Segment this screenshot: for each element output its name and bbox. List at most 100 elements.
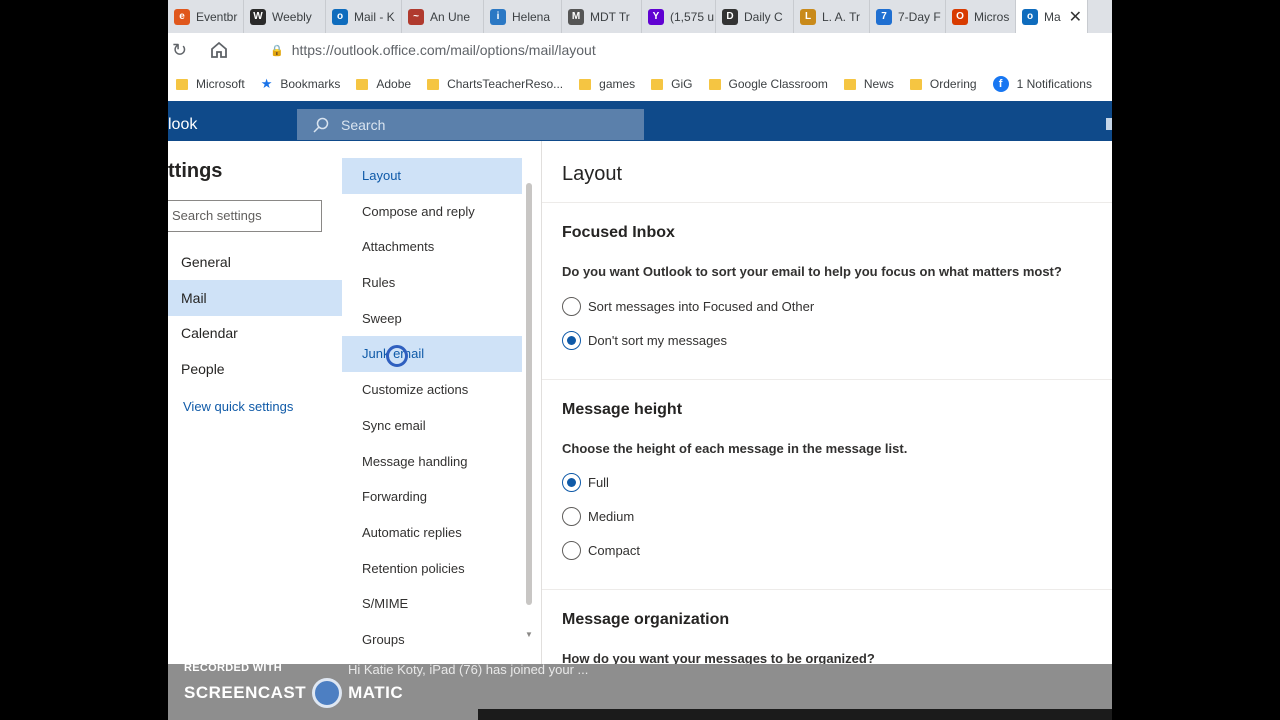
layout-panel: Layout Focused Inbox Do you want Outlook…	[541, 141, 1112, 666]
subnav-item-retention-policies[interactable]: Retention policies	[342, 551, 522, 587]
tab-label: Eventbr	[196, 9, 238, 24]
browser-tab[interactable]: D Daily C	[716, 0, 794, 33]
bookmark-item[interactable]: ChartsTeacherReso...	[427, 77, 563, 91]
radio-button[interactable]	[562, 473, 581, 492]
tab-label: L. A. Tr	[822, 9, 861, 24]
screen: e Eventbr W Weebly o Mail - K ~ An Une i Helena M M…	[168, 0, 1112, 720]
scroll-down-icon[interactable]: ▼	[525, 630, 533, 639]
focused-inbox-heading: Focused Inbox	[562, 224, 675, 241]
radio-button[interactable]	[562, 541, 581, 560]
subnav-item-rules[interactable]: Rules	[342, 265, 522, 301]
bookmark-item[interactable]: games	[579, 77, 635, 91]
url-field[interactable]: https://outlook.office.com/mail/options/…	[292, 42, 596, 58]
search-settings-input[interactable]: Search settings	[168, 200, 322, 232]
browser-tab[interactable]: M MDT Tr	[562, 0, 642, 33]
radio-button[interactable]	[562, 297, 581, 316]
message-height-heading: Message height	[562, 401, 683, 418]
radio-option[interactable]: Sort messages into Focused and Other	[562, 297, 814, 316]
bookmark-item[interactable]: ★ Bookmarks	[261, 76, 341, 92]
reload-icon[interactable]: ↻	[172, 40, 194, 61]
bookmark-label: Bookmarks	[280, 77, 341, 91]
panel-title: Layout	[562, 163, 623, 185]
bookmark-label: News	[863, 77, 894, 91]
tab-label: Helena	[512, 9, 551, 24]
bookmark-item[interactable]: Adobe	[356, 77, 411, 91]
browser-tab[interactable]: W Weebly	[244, 0, 326, 33]
settings-category-mail[interactable]: Mail	[168, 280, 342, 316]
radio-label: Compact	[588, 543, 641, 558]
subnav-item-automatic-replies[interactable]: Automatic replies	[342, 515, 522, 551]
subnav-item-s-mime[interactable]: S/MIME	[342, 586, 522, 622]
browser-tab[interactable]: L L. A. Tr	[794, 0, 870, 33]
bookmark-item[interactable]: GiG	[651, 77, 693, 91]
subnav-item-forwarding[interactable]: Forwarding	[342, 479, 522, 515]
subnav-item-attachments[interactable]: Attachments	[342, 229, 522, 265]
radio-label: Sort messages into Focused and Other	[588, 299, 815, 314]
subnav-item-customize-actions[interactable]: Customize actions	[342, 372, 522, 408]
bookmark-item[interactable]: News	[843, 77, 894, 91]
settings-category-calendar[interactable]: Calendar	[168, 315, 342, 351]
tab-favicon-icon: o	[332, 8, 348, 25]
tab-label: (1,575 u	[670, 9, 715, 24]
radio-button[interactable]	[562, 507, 581, 526]
bookmark-label: Google Classroom	[728, 77, 828, 91]
bookmark-label: ChartsTeacherReso...	[447, 77, 564, 91]
radio-option[interactable]: Medium	[562, 507, 634, 526]
radio-option[interactable]: Full	[562, 473, 609, 492]
radio-label: Medium	[588, 509, 635, 524]
app-brand[interactable]: look	[168, 101, 197, 141]
radio-button[interactable]	[562, 331, 581, 350]
teams-icon[interactable]	[1106, 118, 1112, 130]
radio-option[interactable]: Compact	[562, 541, 640, 560]
bookmark-item[interactable]: Microsoft	[176, 77, 245, 91]
bookmark-item[interactable]: Google Classroom	[708, 77, 828, 91]
bookmark-item[interactable]: Ordering	[909, 77, 977, 91]
folder-icon	[427, 78, 440, 90]
search-box[interactable]: Search	[297, 109, 644, 140]
tab-favicon-icon: 7	[876, 8, 892, 25]
subnav-item-junk-email[interactable]: Junk email	[342, 336, 522, 373]
subnav-item-sweep[interactable]: Sweep	[342, 301, 522, 337]
subnav-item-compose-and-reply[interactable]: Compose and reply	[342, 194, 522, 230]
search-placeholder: Search	[341, 116, 386, 133]
divider	[542, 202, 1112, 203]
browser-tab[interactable]: e Eventbr	[168, 0, 244, 33]
subnav-item-sync-email[interactable]: Sync email	[342, 408, 522, 444]
mail-settings-nav: Layout Compose and reply Attachments Rules S…	[342, 158, 522, 658]
close-icon[interactable]: ✕	[1069, 7, 1082, 27]
bookmark-label: GiG	[671, 77, 693, 91]
settings-category-general[interactable]: General	[168, 244, 342, 280]
tab-favicon-icon: e	[174, 8, 190, 25]
bookmark-item[interactable]: f 1 Notifications	[992, 76, 1092, 92]
home-icon[interactable]	[208, 40, 230, 60]
folder-icon	[651, 78, 664, 90]
divider	[542, 589, 1112, 590]
browser-tab[interactable]: o Mail - K	[326, 0, 402, 33]
subnav-item-layout[interactable]: Layout	[342, 158, 522, 194]
message-organization-heading: Message organization	[562, 611, 730, 628]
bookmark-label: 1 Notifications	[1016, 77, 1092, 91]
tab-label: Ma	[1044, 9, 1061, 24]
subnav-item-message-handling[interactable]: Message handling	[342, 444, 522, 480]
tab-label: MDT Tr	[590, 9, 630, 24]
tab-label: Mail - K	[354, 9, 395, 24]
browser-tab[interactable]: 7 7-Day F	[870, 0, 946, 33]
view-quick-settings-link[interactable]: View quick settings	[183, 399, 293, 414]
bookmark-label: Ordering	[929, 77, 977, 91]
folder-icon	[708, 78, 721, 90]
browser-tab[interactable]: O Micros	[946, 0, 1016, 33]
subnav-item-groups[interactable]: Groups	[342, 622, 522, 658]
click-indicator-icon	[386, 345, 408, 367]
lock-icon[interactable]: 🔒	[270, 44, 284, 57]
settings-category-people[interactable]: People	[168, 351, 342, 387]
tab-label: 7-Day F	[898, 9, 941, 24]
settings-title: ttings	[168, 160, 223, 182]
radio-option[interactable]: Don't sort my messages	[562, 331, 727, 350]
browser-tab[interactable]: ~ An Une	[402, 0, 484, 33]
browser-tab[interactable]: i Helena	[484, 0, 562, 33]
browser-tab[interactable]: o Ma ✕	[1016, 0, 1088, 33]
browser-tab[interactable]: Y (1,575 u	[642, 0, 716, 33]
scrollbar[interactable]	[526, 183, 532, 605]
screencast-watermark: RECORDED WITH SCREENCAST MATIC	[184, 662, 403, 708]
outlook-header: look Search	[168, 101, 1112, 141]
